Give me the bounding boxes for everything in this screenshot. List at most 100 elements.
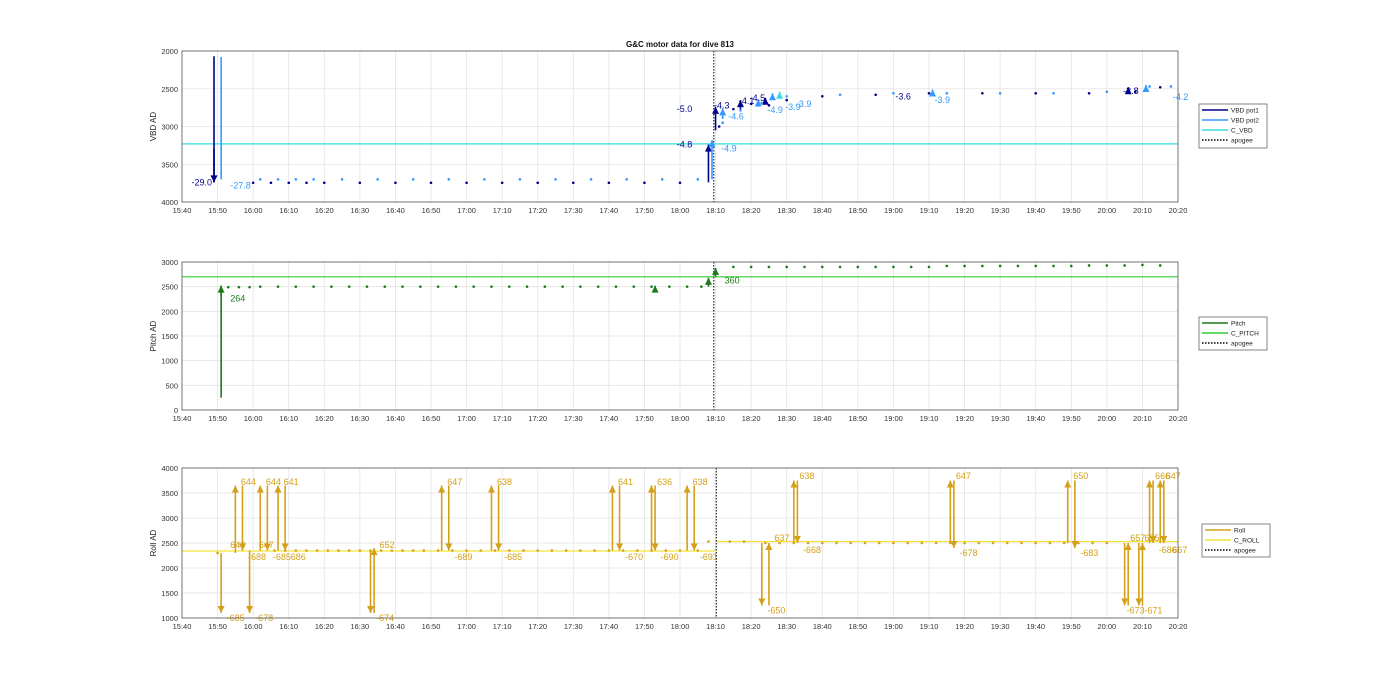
data-label: -678 bbox=[959, 548, 977, 558]
data-label: 647 bbox=[447, 477, 462, 487]
chart-panel-2: 15:40 15:50 16:00 16:10 16:20 16:30 16:40 16:50… bbox=[149, 258, 1268, 423]
data-label: -689 bbox=[454, 552, 472, 562]
data-point bbox=[1087, 91, 1091, 95]
x-tick-label: 19:20 bbox=[955, 414, 974, 423]
legend-label: C_PITCH bbox=[1231, 331, 1259, 338]
data-point bbox=[820, 95, 824, 98]
x-tick-label: 17:40 bbox=[599, 622, 618, 631]
data-label: 647 bbox=[956, 471, 971, 481]
data-point bbox=[269, 181, 273, 185]
x-tick-label: 19:20 bbox=[955, 622, 974, 631]
x-tick-label: 17:00 bbox=[457, 414, 476, 423]
data-point bbox=[337, 549, 340, 552]
data-label: -3.9 bbox=[796, 99, 812, 109]
x-tick-label: 16:40 bbox=[386, 414, 405, 423]
data-point bbox=[981, 264, 984, 268]
x-tick-label: 17:20 bbox=[528, 206, 547, 215]
x-tick-label: 16:40 bbox=[386, 622, 405, 631]
data-point bbox=[863, 541, 867, 545]
data-label: -3.8 bbox=[1123, 86, 1139, 96]
data-point bbox=[607, 549, 611, 552]
data-point bbox=[650, 549, 653, 552]
x-tick-label: 16:10 bbox=[279, 206, 298, 215]
x-tick-label: 18:00 bbox=[671, 414, 690, 423]
x-tick-label: 19:00 bbox=[884, 414, 903, 423]
x-tick-label: 17:20 bbox=[528, 414, 547, 423]
data-point bbox=[835, 541, 838, 545]
x-tick-label: 19:40 bbox=[1026, 414, 1045, 423]
data-point bbox=[419, 285, 422, 288]
data-point bbox=[764, 541, 767, 545]
data-point bbox=[525, 285, 529, 288]
data-point bbox=[543, 285, 547, 288]
data-point bbox=[465, 181, 468, 185]
x-tick-label: 17:10 bbox=[493, 414, 512, 423]
data-point bbox=[561, 285, 564, 288]
data-label: -4.3 bbox=[714, 100, 730, 110]
x-tick-label: 18:10 bbox=[706, 206, 725, 215]
data-point bbox=[820, 541, 824, 545]
x-tick-label: 17:10 bbox=[493, 622, 512, 631]
data-point bbox=[721, 121, 724, 125]
y-tick-label: 2000 bbox=[161, 47, 178, 56]
data-point bbox=[1020, 541, 1023, 545]
data-point bbox=[927, 91, 931, 95]
data-point bbox=[685, 285, 689, 288]
data-point bbox=[927, 265, 931, 269]
x-tick-label: 19:20 bbox=[955, 206, 974, 215]
x-tick-label: 16:30 bbox=[350, 206, 369, 215]
data-point bbox=[892, 91, 895, 95]
x-tick-label: 20:00 bbox=[1097, 414, 1116, 423]
x-tick-label: 18:20 bbox=[742, 414, 761, 423]
data-point bbox=[593, 549, 596, 552]
x-tick-label: 19:50 bbox=[1062, 414, 1081, 423]
data-label: 360 bbox=[725, 276, 740, 286]
data-label: 647 bbox=[259, 540, 274, 550]
y-axis-label: Roll AD bbox=[149, 529, 158, 556]
data-point bbox=[287, 181, 291, 185]
x-tick-label: 20:00 bbox=[1097, 206, 1116, 215]
data-point bbox=[1105, 264, 1109, 267]
data-point bbox=[874, 265, 877, 269]
data-point bbox=[358, 549, 362, 552]
data-label: 641 bbox=[618, 477, 633, 487]
x-tick-label: 18:50 bbox=[848, 206, 867, 215]
data-label: 652 bbox=[380, 540, 395, 550]
data-point bbox=[792, 541, 796, 545]
data-label: 650 bbox=[1073, 471, 1088, 481]
data-point bbox=[785, 95, 789, 98]
data-label: 657 bbox=[1130, 533, 1145, 543]
data-point bbox=[981, 91, 984, 95]
x-tick-label: 18:30 bbox=[777, 206, 796, 215]
data-label: -668 bbox=[803, 545, 821, 555]
x-tick-label: 15:50 bbox=[208, 414, 227, 423]
x-tick-label: 17:50 bbox=[635, 622, 654, 631]
data-point bbox=[1105, 541, 1109, 545]
data-point bbox=[785, 265, 789, 269]
data-point bbox=[483, 178, 486, 181]
data-label: -4.6 bbox=[728, 112, 744, 122]
data-point bbox=[315, 549, 319, 552]
y-tick-label: 2000 bbox=[161, 307, 178, 316]
y-tick-label: 3000 bbox=[161, 258, 178, 267]
data-point bbox=[1034, 264, 1038, 268]
data-point bbox=[493, 549, 497, 552]
y-tick-label: 3000 bbox=[161, 123, 178, 132]
data-point bbox=[668, 285, 671, 288]
data-point bbox=[767, 265, 771, 269]
legend-label: apogee bbox=[1231, 138, 1253, 145]
data-point bbox=[1158, 85, 1162, 89]
x-tick-label: 17:50 bbox=[635, 414, 654, 423]
legend-label: VBD pot1 bbox=[1231, 108, 1259, 115]
data-point bbox=[1141, 263, 1144, 267]
y-tick-label: 3500 bbox=[161, 489, 178, 498]
y-tick-label: 1500 bbox=[161, 332, 178, 341]
x-tick-label: 15:50 bbox=[208, 622, 227, 631]
x-tick-label: 16:00 bbox=[244, 206, 263, 215]
data-point bbox=[707, 540, 710, 543]
data-point bbox=[472, 285, 475, 288]
x-tick-label: 18:30 bbox=[777, 622, 796, 631]
data-point bbox=[411, 178, 415, 181]
x-tick-label: 18:40 bbox=[813, 206, 832, 215]
data-point bbox=[660, 178, 664, 181]
